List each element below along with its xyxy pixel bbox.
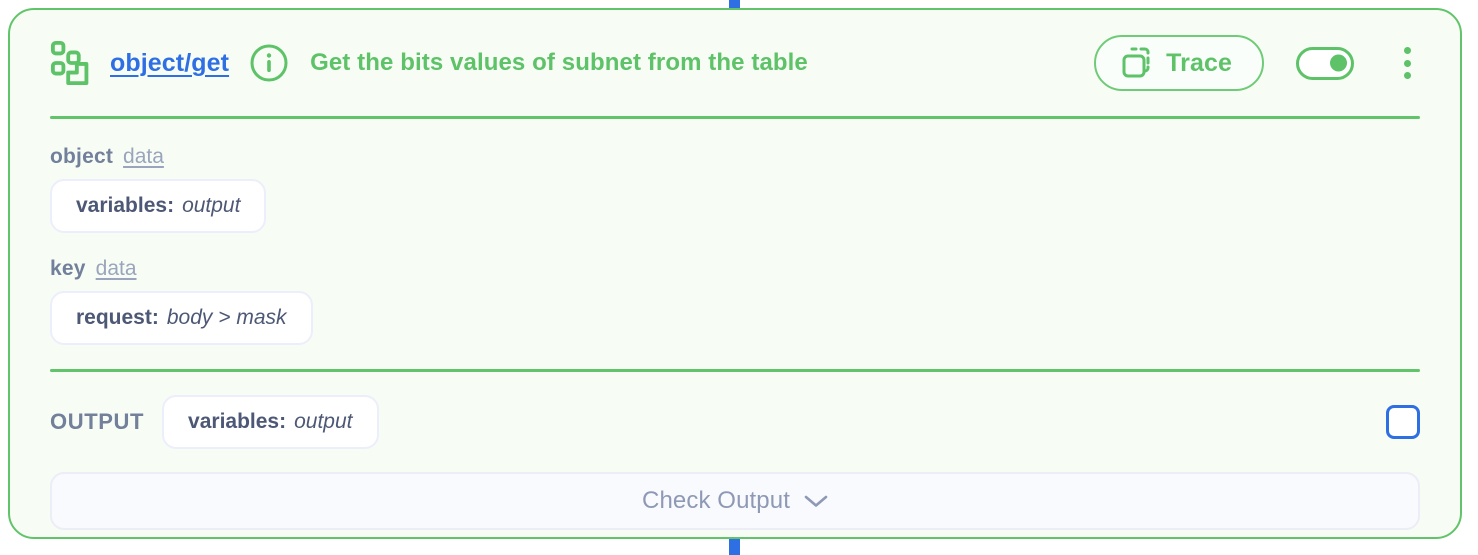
param-block-object: object data variables: output xyxy=(50,145,1420,233)
output-label: OUTPUT xyxy=(50,409,145,434)
toggle-knob xyxy=(1330,54,1347,72)
output-value-text: output xyxy=(294,410,353,433)
param-value-key: variables: xyxy=(76,194,175,217)
param-label-row: object data xyxy=(50,145,1420,169)
node-title: Get the bits values of subnet from the t… xyxy=(310,49,808,76)
param-kind-link[interactable]: data xyxy=(96,257,137,281)
node-header-left: object/get Get the bits values of subnet… xyxy=(50,40,1094,86)
output-checkbox[interactable] xyxy=(1386,405,1420,439)
param-value-text: body > mask xyxy=(166,306,287,329)
chevron-down-icon xyxy=(804,494,828,508)
object-structure-icon xyxy=(50,40,96,86)
param-kind-link[interactable]: data xyxy=(123,145,164,169)
check-output-bar[interactable]: Check Output xyxy=(50,472,1420,530)
check-output-label: Check Output xyxy=(642,487,790,514)
node-header-right: Trace xyxy=(1094,35,1422,91)
param-value-pill[interactable]: variables: output xyxy=(50,179,267,233)
param-value-pill[interactable]: request: body > mask xyxy=(50,291,313,345)
param-name: object xyxy=(50,145,114,168)
kebab-menu-icon[interactable] xyxy=(1392,45,1422,81)
kebab-dot xyxy=(1403,72,1411,79)
copy-duplicate-icon xyxy=(1120,46,1154,80)
output-value-pill[interactable]: variables: output xyxy=(162,395,379,449)
enable-node-toggle[interactable] xyxy=(1296,46,1354,80)
param-value-text: output xyxy=(182,194,241,217)
connector-bottom xyxy=(729,539,740,555)
params-body: object data variables: output key data r… xyxy=(10,119,1460,345)
output-section: OUTPUT variables: output xyxy=(10,372,1460,450)
param-block-key: key data request: body > mask xyxy=(50,257,1420,345)
kebab-dot xyxy=(1403,59,1411,67)
node-type-link[interactable]: object/get xyxy=(110,49,229,78)
param-label-row: key data xyxy=(50,257,1420,281)
output-value-key: variables: xyxy=(188,410,287,433)
trace-button-label: Trace xyxy=(1166,48,1232,77)
param-name: key xyxy=(50,257,86,280)
param-value-key: request: xyxy=(76,306,159,329)
info-circle-icon[interactable] xyxy=(243,43,289,83)
node-card[interactable]: object/get Get the bits values of subnet… xyxy=(8,8,1462,539)
trace-button[interactable]: Trace xyxy=(1094,35,1264,91)
node-header: object/get Get the bits values of subnet… xyxy=(10,10,1460,116)
kebab-dot xyxy=(1403,47,1411,54)
output-row: OUTPUT variables: output xyxy=(50,394,1420,450)
